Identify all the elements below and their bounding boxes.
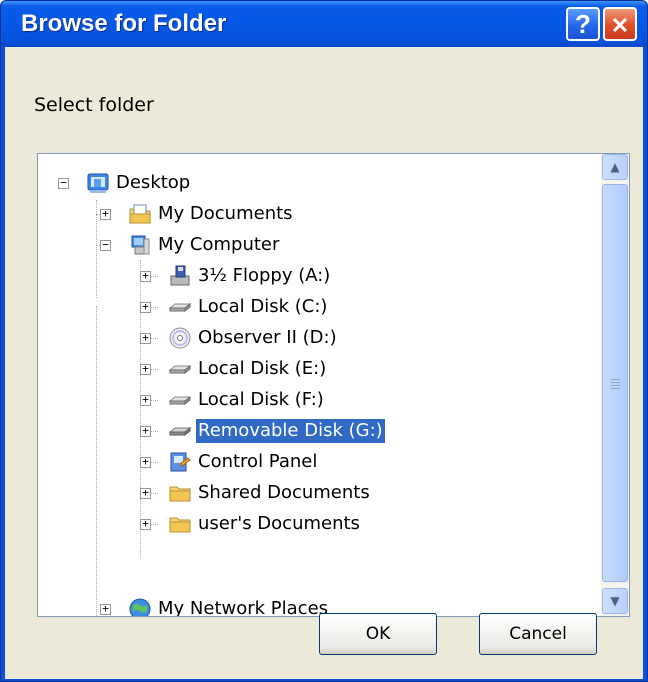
chevron-up-icon: ▲ [610,160,620,174]
close-icon: ✕ [610,13,630,38]
tree-item-label: Local Disk (C:) [198,296,328,317]
expand-toggle[interactable]: + [140,270,151,282]
expand-toggle[interactable]: + [140,394,151,406]
hard-disk-icon [168,364,192,375]
dialog-client-area: Select folder − Desktop + My Documents −… [5,47,643,679]
tree-vertical-scrollbar[interactable]: ▲ ▼ [601,154,629,616]
tree-item-label: My Computer [158,234,280,255]
folder-tree[interactable]: − Desktop + My Documents − My Computer +… [37,153,630,617]
folder-icon [169,517,191,533]
tree-item-label: Local Disk (F:) [198,389,324,410]
tree-item-label: My Documents [158,203,293,224]
collapse-toggle[interactable]: − [100,239,111,251]
tree-item-label: Desktop [116,172,191,193]
cd-drive-icon [169,327,191,349]
folder-icon [169,486,191,502]
help-button[interactable]: ? [566,7,600,41]
tree-line [96,306,97,616]
expand-toggle[interactable]: + [140,487,151,499]
expand-toggle[interactable]: + [140,456,151,468]
expand-toggle[interactable]: + [140,518,151,530]
floppy-drive-icon [170,265,190,286]
tree-item-label: Removable Disk (G:) [196,419,385,443]
dialog-title: Browse for Folder [21,10,227,37]
grip-line [611,382,620,383]
grip-line [611,379,620,380]
control-panel-icon [170,452,191,472]
scroll-thumb[interactable] [602,184,628,582]
title-bar[interactable]: Browse for Folder ? ✕ [1,1,647,47]
expand-toggle[interactable]: + [100,603,111,615]
hard-disk-icon [168,395,192,406]
grip-line [611,388,620,389]
tree-item-label: Control Panel [198,451,318,472]
network-places-icon [129,598,151,616]
expand-toggle[interactable]: + [140,425,151,437]
grip-line [611,385,620,386]
hard-disk-icon [168,302,192,313]
tree-item-label: user's Documents [198,513,360,534]
expand-toggle[interactable]: + [140,301,151,313]
ok-button[interactable]: OK [319,613,437,655]
scroll-up-button[interactable]: ▲ [602,154,628,180]
expand-toggle[interactable]: + [140,363,151,375]
tree-item-label: My Network Places [158,598,329,617]
cancel-button[interactable]: Cancel [479,613,597,655]
desktop-icon [87,173,109,193]
tree-item-label: 3½ Floppy (A:) [198,265,331,286]
tree-item-label: Local Disk (E:) [198,358,327,379]
my-documents-icon [129,204,151,224]
prompt-label: Select folder [34,94,154,116]
expand-toggle[interactable]: + [140,332,151,344]
close-button[interactable]: ✕ [603,7,637,41]
tree-item-label: Observer II (D:) [198,327,337,348]
collapse-toggle[interactable]: − [58,177,69,189]
chevron-down-icon: ▼ [610,594,620,608]
help-icon: ? [575,9,591,39]
scroll-down-button[interactable]: ▼ [602,588,628,614]
browse-for-folder-dialog: Browse for Folder ? ✕ Select folder − De… [0,0,648,682]
tree-item-label: Shared Documents [198,482,370,503]
my-computer-icon [131,235,150,255]
removable-disk-icon [168,426,192,437]
expand-toggle[interactable]: + [100,208,111,220]
